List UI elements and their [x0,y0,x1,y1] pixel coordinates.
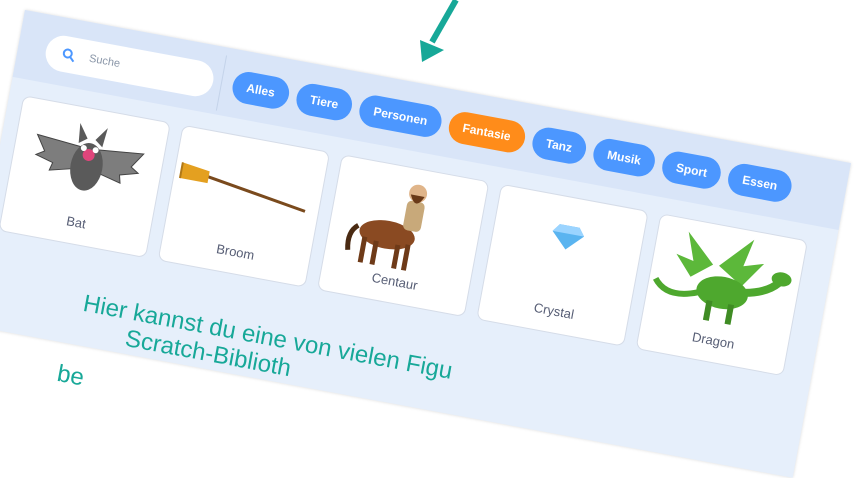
caption-line-3: be [55,360,87,392]
annotation-arrow [420,0,459,62]
tag-tanz[interactable]: Tanz [529,124,589,167]
search-icon [62,48,75,63]
search-input[interactable]: Suche [88,53,121,70]
divider [215,55,228,111]
tag-tiere[interactable]: Tiere [293,81,355,123]
sprite-card-dragon[interactable]: Dragon [635,213,809,377]
tag-musik[interactable]: Musik [590,136,658,180]
search-box[interactable]: Suche [42,32,217,100]
tag-essen[interactable]: Essen [725,161,794,205]
sprite-card-bat[interactable]: Bat [0,95,171,259]
sprite-card-crystal[interactable]: Crystal [476,183,649,347]
tag-sport[interactable]: Sport [659,149,724,192]
tag-alles[interactable]: Alles [229,69,292,112]
sprite-card-centaur[interactable]: Centaur [316,154,490,318]
sprite-card-broom[interactable]: Broom [157,124,331,288]
sprite-library-panel: Suche Alles Tiere Personen Fantasie Tanz… [0,10,851,478]
tag-personen[interactable]: Personen [356,92,445,140]
tag-fantasie[interactable]: Fantasie [446,109,528,155]
